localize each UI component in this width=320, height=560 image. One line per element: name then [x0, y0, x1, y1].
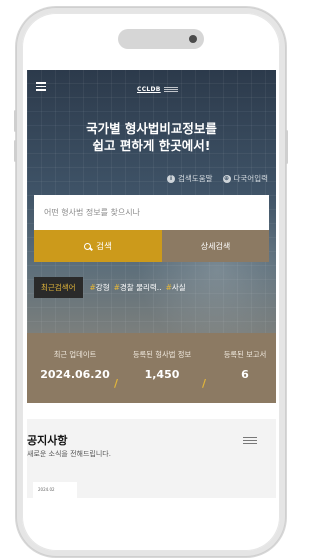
recent-search-tags: #강형 #경찰 물리력.. #사실	[90, 282, 186, 293]
notice-title: 공지사항	[27, 434, 68, 447]
stat-registered-laws: 등록된 형사법 정보 1,450	[122, 350, 202, 381]
stat-registered-reports: 등록된 보고서 6	[217, 350, 273, 381]
advanced-search-button[interactable]: 상세검색	[162, 230, 269, 262]
multilingual-input-link[interactable]: ⊕ 다국어입력	[222, 173, 269, 184]
search-input[interactable]	[34, 195, 269, 230]
globe-icon: ⊕	[222, 174, 231, 183]
notice-section: 공지사항 새로운 소식을 전해드립니다. 2024.02	[27, 419, 276, 498]
stat-divider: /	[202, 377, 207, 390]
stat-divider: /	[114, 377, 119, 390]
stat-last-update: 최근 업데이트 2024.06.20	[36, 350, 114, 381]
recent-search-tag[interactable]: #강형	[90, 282, 110, 293]
section-spacer	[27, 403, 276, 419]
multilingual-input-label: 다국어입력	[233, 174, 269, 183]
notice-card[interactable]: 2024.02	[33, 482, 77, 498]
recent-searches: 최근검색어 #강형 #경찰 물리력.. #사실	[34, 277, 186, 298]
notice-subtitle: 새로운 소식을 전해드립니다.	[27, 450, 111, 458]
top-bar: CCLDB	[27, 70, 276, 104]
stat-label: 등록된 보고서	[223, 350, 267, 359]
recent-search-tag[interactable]: #사실	[166, 282, 186, 293]
search-help-label: 검색도움말	[178, 174, 213, 183]
stat-value: 2024.06.20	[40, 368, 110, 381]
phone-camera	[189, 35, 197, 43]
search-button-label: 검색	[96, 242, 112, 252]
search-button[interactable]: 검색	[34, 230, 162, 262]
stat-value: 1,450	[144, 368, 180, 381]
search-icon	[84, 242, 92, 250]
stat-label: 등록된 형사법 정보	[132, 350, 192, 359]
site-logo[interactable]: CCLDB	[137, 84, 178, 94]
phone-power-button	[285, 130, 288, 164]
phone-volume-button	[14, 110, 17, 132]
headline-line-2: 쉽고 편하게 한곳에서!	[92, 138, 211, 153]
recent-search-tag[interactable]: #경찰 물리력..	[114, 282, 162, 293]
hero-section: CCLDB 국가별 형사법비교정보를 쉽고 편하게 한곳에서! i 검색도움말 …	[27, 70, 276, 333]
notice-date: 2024.02	[38, 487, 55, 492]
hero-helper-links: i 검색도움말 ⊕ 다국어입력	[167, 173, 268, 184]
search-help-link[interactable]: i 검색도움말	[167, 173, 213, 184]
app-screen: CCLDB 국가별 형사법비교정보를 쉽고 편하게 한곳에서! i 검색도움말 …	[27, 70, 276, 498]
phone-volume-button	[14, 140, 17, 162]
advanced-search-label: 상세검색	[200, 241, 231, 251]
logo-mark	[163, 86, 178, 92]
hero-headline: 국가별 형사법비교정보를 쉽고 편하게 한곳에서!	[27, 120, 276, 154]
stat-value: 6	[241, 368, 249, 381]
logo-text: CCLDB	[137, 85, 161, 93]
headline-line-1: 국가별 형사법비교정보를	[86, 121, 217, 136]
info-icon: i	[167, 174, 175, 183]
stat-label: 최근 업데이트	[53, 350, 97, 359]
notice-more-icon[interactable]	[243, 437, 257, 446]
stats-bar: 최근 업데이트 2024.06.20 / 등록된 형사법 정보 1,450 / …	[27, 333, 276, 403]
hamburger-menu-icon[interactable]	[36, 82, 46, 91]
recent-searches-label: 최근검색어	[34, 277, 83, 298]
